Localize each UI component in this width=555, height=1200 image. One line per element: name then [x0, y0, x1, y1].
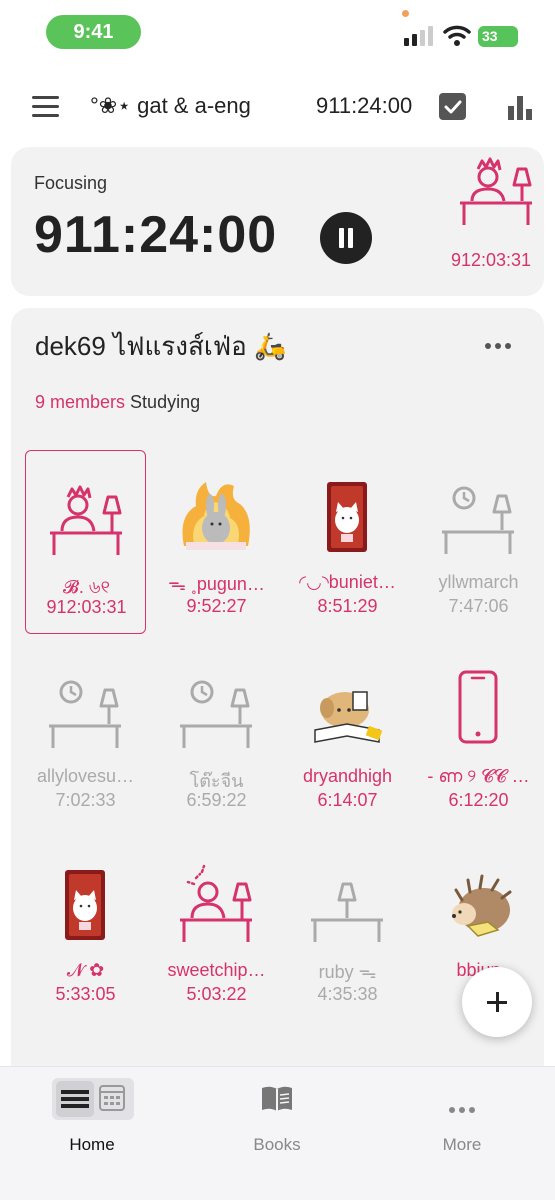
- add-button[interactable]: [462, 967, 532, 1037]
- member-time: 6:59:22: [186, 790, 247, 810]
- cat-card-sticker: [327, 482, 367, 552]
- member-tile[interactable]: 𝓑. ৬୧ 912:03:31: [25, 450, 146, 634]
- focus-avatar-time: 912:03:31: [450, 250, 532, 270]
- app-header: °❀⋆ gat & a-eng 911:24:00: [0, 80, 555, 136]
- member-time: 912:03:31: [46, 597, 127, 617]
- member-time: 6:12:20: [448, 790, 509, 810]
- bottom-nav: Home Books More: [0, 1066, 555, 1200]
- member-tile[interactable]: yllwmarch 7:47:06: [418, 450, 539, 634]
- member-time: 8:51:29: [317, 596, 378, 616]
- dog-study-sticker: [314, 691, 383, 743]
- member-name: 𝓝 ✿: [66, 960, 105, 980]
- nav-books-label: Books: [253, 1135, 301, 1154]
- privacy-indicator-icon: [402, 10, 409, 17]
- member-tile[interactable]: sweetchip… 5:03:22: [156, 838, 277, 1022]
- member-name: ᯓ ˳pugun…: [168, 574, 265, 594]
- member-name: sweetchip…: [167, 960, 266, 980]
- members-count: 9 members: [35, 392, 126, 412]
- focus-timer: 911:24:00: [34, 206, 278, 264]
- member-time: 5:33:05: [55, 984, 116, 1004]
- member-tile[interactable]: ◜◡◝buniet… 8:51:29: [287, 450, 408, 634]
- group-more-options-icon[interactable]: [485, 336, 519, 356]
- member-time: 9:52:27: [186, 596, 247, 616]
- member-time: 7:47:06: [448, 596, 509, 616]
- header-timer: 911:24:00: [316, 93, 413, 118]
- member-time: 6:14:07: [317, 790, 378, 810]
- hedgehog-sticker: [452, 874, 512, 937]
- wifi-icon: [443, 25, 471, 46]
- focus-label: Focusing: [34, 173, 108, 193]
- nav-more-label: More: [442, 1135, 482, 1154]
- member-name: dryandhigh: [302, 766, 393, 786]
- book-icon: [262, 1086, 292, 1111]
- members-summary: 9 members Studying: [35, 392, 200, 413]
- nav-home-icon-group[interactable]: [52, 1078, 134, 1120]
- list-view-icon: [56, 1081, 125, 1117]
- member-tile[interactable]: โต๊ะจีน 6:59:22: [156, 644, 277, 828]
- member-name: yllwmarch: [438, 572, 519, 592]
- group-card: dek69 ไฟแรงส์เฟ่อ 🛵 9 members Studying 𝓑…: [11, 308, 544, 1088]
- member-time: 4:35:38: [317, 984, 378, 1004]
- nav-home-label: Home: [69, 1135, 115, 1154]
- desk-clock-icon: [442, 486, 514, 554]
- status-bar: 9:41 33: [0, 0, 555, 66]
- cat-card-sticker: [65, 870, 105, 940]
- members-status: Studying: [130, 392, 201, 412]
- battery-icon: 33: [478, 26, 518, 47]
- member-name: ◜◡◝buniet…: [299, 572, 396, 592]
- member-name: allylovesu…: [36, 766, 135, 786]
- member-tile[interactable]: 𝓝 ✿ 5:33:05: [25, 838, 146, 1022]
- phone-icon: [458, 670, 498, 744]
- member-name: - ണ ୨ 𝓒𝓒 …: [427, 766, 530, 786]
- app-title: °❀⋆ gat & a-eng: [90, 93, 251, 118]
- desk-focus-icon: [180, 864, 252, 942]
- member-time: 5:03:22: [186, 984, 247, 1004]
- member-name: ruby ᯓ: [318, 962, 377, 982]
- member-tile[interactable]: - ണ ୨ 𝓒𝓒 … 6:12:20: [418, 644, 539, 828]
- bunny-fire-sticker: [182, 482, 250, 550]
- desk-clock-icon: [180, 680, 252, 748]
- focus-card: Focusing 911:24:00 912:03:31: [11, 147, 544, 296]
- member-time: 7:02:33: [55, 790, 116, 810]
- desk-lamp-icon: [311, 882, 383, 942]
- desk-focus-icon: [50, 485, 122, 555]
- member-tile[interactable]: ruby ᯓ 4:35:38: [287, 838, 408, 1022]
- desk-focus-icon: [460, 157, 532, 225]
- group-name: dek69 ไฟแรงส์เฟ่อ 🛵: [35, 331, 287, 361]
- bar-chart-icon[interactable]: [507, 94, 533, 120]
- pause-button[interactable]: [320, 212, 372, 264]
- cellular-signal-icon: [404, 26, 433, 46]
- status-time: 9:41: [46, 15, 141, 49]
- member-tile[interactable]: ᯓ ˳pugun… 9:52:27: [156, 450, 277, 634]
- more-dots-icon: [449, 1107, 475, 1113]
- hamburger-menu-icon[interactable]: [32, 96, 59, 118]
- desk-clock-icon: [49, 680, 121, 748]
- checkbox-icon[interactable]: [439, 93, 466, 120]
- member-tile[interactable]: dryandhigh 6:14:07: [287, 644, 408, 828]
- member-tile[interactable]: allylovesu… 7:02:33: [25, 644, 146, 828]
